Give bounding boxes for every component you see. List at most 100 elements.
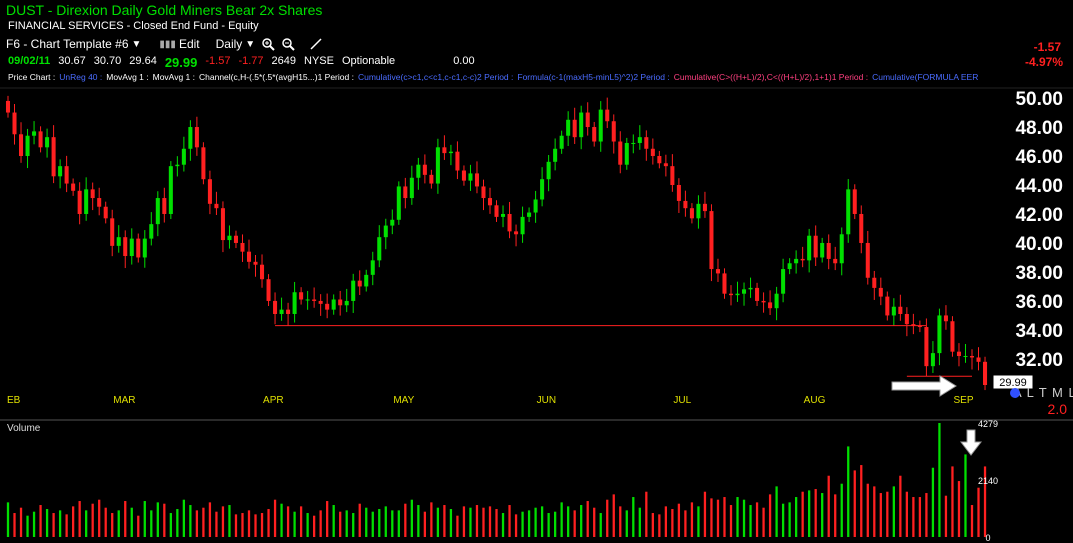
candle-body [312, 299, 317, 301]
candle-body [820, 242, 825, 258]
volume-bar [124, 501, 127, 537]
candle-body [481, 186, 486, 199]
candle-body [84, 189, 89, 214]
price-chart[interactable]: 32.00 34.00 36.00 38.00 40.00 42.00 44.00 46.00… [0, 0, 1073, 543]
candle-body [370, 260, 375, 275]
candle-body [709, 211, 714, 270]
volume-bar [293, 511, 296, 537]
candle-body [19, 134, 24, 157]
volume-bar [469, 507, 472, 537]
candle-body [253, 261, 258, 265]
volume-bar [352, 513, 355, 537]
volume-bar [684, 510, 687, 537]
candle-body [64, 166, 69, 184]
volume-bar [853, 470, 856, 537]
volume-bar [78, 501, 81, 537]
annotation-arrow-down [959, 429, 983, 456]
candle-body [338, 299, 343, 306]
candle-body [501, 213, 506, 217]
candle-body [429, 174, 434, 184]
volume-bar [931, 467, 935, 537]
volume-bar [755, 502, 759, 537]
volume-bar [866, 483, 869, 537]
candle-body [937, 315, 942, 354]
candle-body [233, 235, 238, 243]
volume-bar [404, 503, 407, 537]
volume-bar [208, 502, 212, 537]
month-label: JUL [673, 395, 691, 406]
candle-body [292, 292, 297, 314]
volume-bar [567, 506, 570, 537]
candle-body [702, 203, 707, 212]
candle-body [878, 287, 883, 297]
candle-body [136, 238, 141, 258]
volume-bar [508, 505, 511, 537]
candle-body [585, 112, 590, 128]
candle-body [794, 258, 799, 264]
volume-bar [645, 491, 648, 537]
volume-bar [111, 513, 114, 537]
candle-body [650, 148, 655, 157]
volume-bar [339, 511, 342, 537]
candle-body [728, 293, 734, 296]
candle-body [540, 179, 545, 200]
watermark-letters: A L T M L [1013, 385, 1073, 400]
volume-bar [501, 513, 505, 537]
candle-body [58, 166, 63, 177]
candle-body [663, 163, 668, 167]
volume-bar [573, 510, 576, 537]
volume-bar [775, 486, 778, 537]
candle-body [162, 198, 167, 214]
volume-bar [423, 511, 427, 537]
volume-bar [540, 506, 544, 537]
volume-bar [267, 509, 270, 537]
candle-body [227, 235, 232, 241]
candle-body [976, 357, 981, 362]
volume-bar [879, 493, 882, 537]
volume-bar [514, 514, 518, 537]
volume-bar [827, 475, 830, 537]
volume-bar [651, 513, 654, 537]
volume-bar [195, 510, 199, 537]
candle-body [71, 183, 76, 191]
candle-body [859, 213, 864, 243]
candle-body [403, 186, 408, 199]
candle-body [299, 292, 304, 300]
candle-body [546, 161, 551, 180]
price-tick-label: 40.00 [1015, 234, 1063, 255]
volume-bar [247, 510, 251, 537]
candle-body [950, 321, 955, 352]
volume-bar [19, 507, 23, 537]
candle-body [689, 208, 694, 219]
month-label: SEP [953, 395, 973, 406]
candle-body [220, 208, 225, 241]
candle-body [722, 273, 727, 294]
volume-bar [384, 506, 387, 537]
candle-body [45, 137, 50, 148]
volume-bar [58, 510, 62, 537]
volume-bar [286, 506, 290, 537]
candle-body [676, 185, 681, 201]
price-tick-label: 46.00 [1015, 147, 1063, 168]
candle-body [507, 213, 512, 232]
volume-bar [488, 506, 492, 537]
candle-body [273, 300, 278, 314]
volume-bar [892, 486, 895, 537]
volume-bar [580, 505, 583, 537]
volume-bar [365, 507, 368, 537]
volume-bar [736, 497, 739, 537]
volume-bar [482, 507, 485, 537]
candle-body [377, 237, 382, 261]
volume-bar [189, 505, 192, 537]
candle-body [110, 218, 115, 246]
volume-bar [137, 515, 140, 537]
candle-body [748, 287, 753, 290]
volume-bar [970, 505, 974, 537]
volume-bar [762, 507, 765, 537]
candle-body [624, 142, 629, 165]
candle-body [983, 361, 988, 385]
volume-bar [801, 491, 804, 537]
candle-body [214, 203, 219, 209]
volume-bar [150, 510, 153, 537]
volume-bar [345, 510, 348, 537]
